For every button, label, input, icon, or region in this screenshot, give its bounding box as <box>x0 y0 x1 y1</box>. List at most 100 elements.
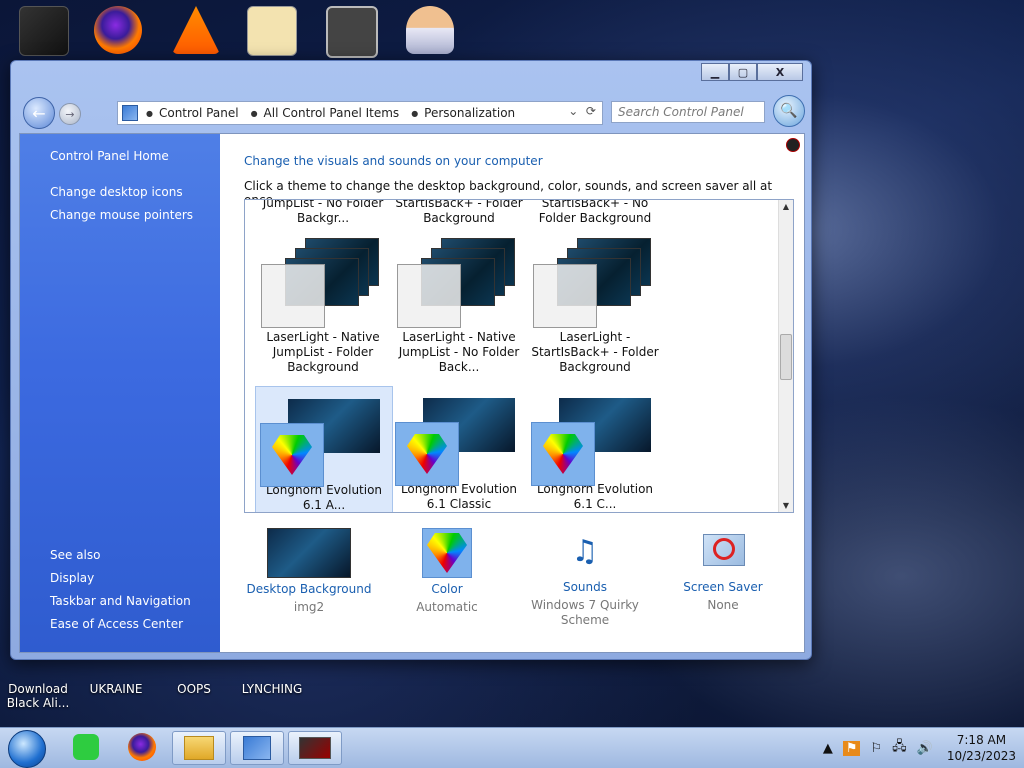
theme-item[interactable]: Longhorn Evolution 6.1 C... <box>527 386 663 512</box>
screen-saver-value: None <box>707 598 739 612</box>
desktop-icon-download[interactable]: Download Black Ali... <box>6 682 70 710</box>
desktop-icon-vlc[interactable] <box>164 6 228 54</box>
tray-app-icon[interactable]: ⚑ <box>842 740 861 756</box>
theme-settings-row: Desktop Background img2 Color Automatic … <box>244 528 794 638</box>
screen-saver-icon <box>699 528 747 576</box>
clock-date: 10/23/2023 <box>946 749 1016 763</box>
breadcrumb-control-panel[interactable]: Control Panel <box>159 106 239 120</box>
forward-button[interactable]: → <box>59 103 81 125</box>
color-fan-icon <box>272 435 312 475</box>
network-icon[interactable]: 🖧 <box>892 737 907 759</box>
scroll-thumb[interactable] <box>780 334 792 380</box>
desktop-icon-label: UKRAINE <box>89 682 143 696</box>
address-bar[interactable]: ● Control Panel ● All Control Panel Item… <box>117 101 603 125</box>
desktop-background-setting[interactable]: Desktop Background img2 <box>244 528 374 615</box>
theme-list-scrollbar[interactable]: ▲ ▼ <box>778 200 793 512</box>
maximize-button[interactable]: ▢ <box>729 63 757 81</box>
refresh-icon[interactable]: ⌄ ⟳ <box>568 104 596 118</box>
theme-item[interactable]: StartIsBack+ - No Folder Background <box>527 200 663 226</box>
theme-thumbnail <box>527 234 663 330</box>
taskbar-firefox-icon[interactable] <box>116 731 168 763</box>
breadcrumb-personalization[interactable]: Personalization <box>424 106 515 120</box>
color-fan-icon <box>427 533 467 573</box>
clock[interactable]: 7:18 AM 10/23/2023 <box>947 732 1016 764</box>
help-icon[interactable] <box>786 138 800 152</box>
back-button[interactable]: ← <box>23 97 55 129</box>
theme-thumbnail <box>391 234 527 330</box>
desktop-icon-label: LYNCHING <box>241 682 303 696</box>
action-center-icon[interactable]: ⚐ <box>870 741 882 756</box>
volume-icon[interactable]: 🔊 <box>917 741 933 756</box>
control-panel-icon <box>122 105 138 121</box>
desktop-icon-doctor[interactable] <box>398 6 462 54</box>
screen-saver-link[interactable]: Screen Saver <box>658 580 788 594</box>
theme-list[interactable]: JumpList - No Folder Backgr... StartIsBa… <box>244 199 794 513</box>
sounds-icon: ♫ <box>571 534 599 569</box>
main-panel: Change the visuals and sounds on your co… <box>220 134 804 652</box>
theme-label: LaserLight - Native JumpList - No Folder… <box>398 330 520 374</box>
sidebar-taskbar-navigation[interactable]: Taskbar and Navigation <box>50 594 191 608</box>
app-icon <box>19 6 69 56</box>
theme-item[interactable]: LaserLight - Native JumpList - No Folder… <box>391 234 527 375</box>
theme-item[interactable]: StartIsBack+ - Folder Background <box>391 200 527 226</box>
color-setting[interactable]: Color Automatic <box>382 528 512 615</box>
breadcrumb-separator-icon: ● <box>146 108 153 118</box>
desktop-icon-maze[interactable] <box>320 6 384 58</box>
sidebar-display[interactable]: Display <box>50 571 94 585</box>
personalization-window: ▁ ▢ X ← → ● Control Panel ● All Control … <box>10 60 812 660</box>
theme-thumbnail <box>256 387 392 487</box>
desktop-icon-1[interactable] <box>12 6 76 56</box>
sidebar-change-mouse-pointers[interactable]: Change mouse pointers <box>50 208 193 222</box>
taskbar-notes-icon[interactable] <box>60 731 112 763</box>
sidebar-control-panel-home[interactable]: Control Panel Home <box>50 149 169 163</box>
caption-buttons: ▁ ▢ X <box>701 63 803 81</box>
desktop-background-link[interactable]: Desktop Background <box>244 582 374 596</box>
minimize-button[interactable]: ▁ <box>701 63 729 81</box>
vlc-icon <box>172 6 220 54</box>
theme-item-selected[interactable]: Longhorn Evolution 6.1 A... <box>255 386 393 512</box>
sounds-link[interactable]: Sounds <box>520 580 650 594</box>
taskbar-app-icon[interactable] <box>288 731 342 765</box>
scroll-up-icon[interactable]: ▲ <box>781 202 791 211</box>
theme-label: Longhorn Evolution 6.1 Classic <box>400 482 518 511</box>
color-fan-icon <box>543 434 583 474</box>
taskbar-personalization-icon[interactable] <box>230 731 284 765</box>
desktop-icon-lynching[interactable]: LYNCHING <box>240 682 304 696</box>
desktop-icon-firefox[interactable] <box>86 6 150 54</box>
theme-label: Longhorn Evolution 6.1 A... <box>265 483 383 512</box>
theme-label: LaserLight - Native JumpList - Folder Ba… <box>266 330 380 374</box>
screen-saver-setting[interactable]: Screen Saver None <box>658 528 788 613</box>
theme-item[interactable]: LaserLight - StartIsBack+ - Folder Backg… <box>527 234 663 375</box>
show-hidden-icons-icon[interactable]: ▲ <box>823 741 833 756</box>
scroll-down-icon[interactable]: ▼ <box>781 501 791 510</box>
theme-label: LaserLight - StartIsBack+ - Folder Backg… <box>531 330 659 374</box>
theme-thumbnail <box>255 234 391 330</box>
search-input[interactable]: Search Control Panel <box>611 101 765 123</box>
theme-item[interactable]: Longhorn Evolution 6.1 Classic <box>391 386 527 512</box>
sidebar-change-desktop-icons[interactable]: Change desktop icons <box>50 185 183 199</box>
content-area: Control Panel Home Change desktop icons … <box>19 133 805 653</box>
theme-item[interactable]: JumpList - No Folder Backgr... <box>255 200 391 226</box>
see-also-title: See also <box>50 548 101 562</box>
doctor-icon <box>406 6 454 54</box>
page-title: Change the visuals and sounds on your co… <box>244 154 543 168</box>
sounds-value: Windows 7 Quirky Scheme <box>531 598 639 627</box>
breadcrumb-all-items[interactable]: All Control Panel Items <box>264 106 400 120</box>
desktop-icon-ukraine[interactable]: UKRAINE <box>84 682 148 696</box>
taskbar-explorer-icon[interactable] <box>172 731 226 765</box>
sidebar-ease-of-access[interactable]: Ease of Access Center <box>50 617 183 631</box>
theme-item[interactable]: LaserLight - Native JumpList - Folder Ba… <box>255 234 391 375</box>
close-button[interactable]: X <box>757 63 803 81</box>
desktop-icon-oops[interactable]: OOPS <box>162 682 226 696</box>
search-icon[interactable]: 🔍 <box>773 95 805 127</box>
start-button[interactable] <box>8 730 46 768</box>
desktop-background-value: img2 <box>293 600 325 614</box>
firefox-icon <box>94 6 142 54</box>
sounds-setting[interactable]: ♫ Sounds Windows 7 Quirky Scheme <box>520 528 650 628</box>
desktop-icon-label: OOPS <box>177 682 211 696</box>
desktop-icon-hxd[interactable] <box>240 6 304 56</box>
background-thumbnail <box>267 528 351 578</box>
hxd-icon <box>247 6 297 56</box>
color-link[interactable]: Color <box>382 582 512 596</box>
taskbar: ▲ ⚑ ⚐ 🖧 🔊 7:18 AM 10/23/2023 <box>0 727 1024 768</box>
